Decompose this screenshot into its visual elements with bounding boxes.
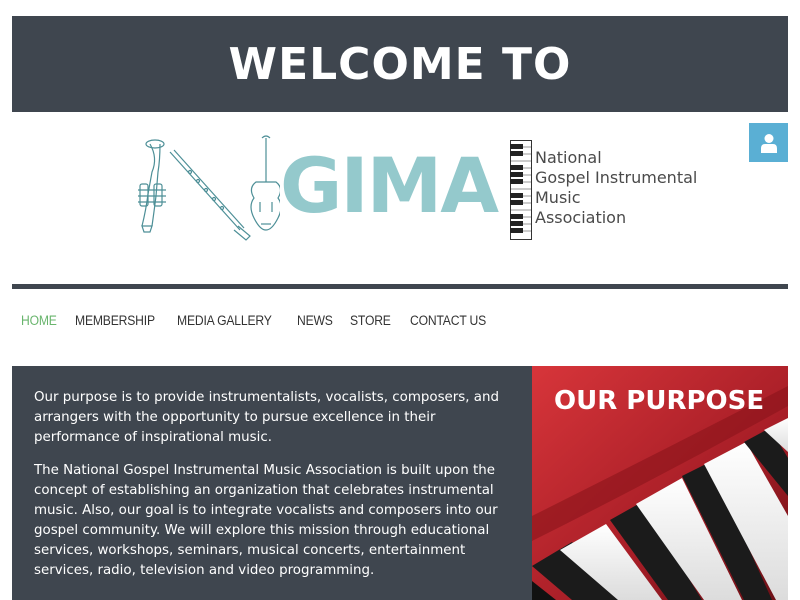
- our-purpose-title: OUR PURPOSE: [554, 386, 765, 416]
- logo-line: National: [535, 148, 602, 167]
- welcome-banner: WELCOME TO: [12, 16, 788, 112]
- nav-item-store[interactable]: STORE: [341, 313, 400, 328]
- logo-line: Association: [535, 208, 627, 227]
- logo-full-name: National Gospel Instrumental Music Assoc…: [535, 148, 697, 228]
- logo-acronym: GIMA: [280, 141, 499, 230]
- header-divider: [12, 284, 788, 289]
- nav-item-news[interactable]: NEWS: [288, 313, 342, 328]
- nav-item-contact-us[interactable]: CONTACT US: [401, 313, 495, 328]
- user-icon: [760, 133, 777, 153]
- purpose-paragraph-2: The National Gospel Instrumental Music A…: [34, 463, 498, 578]
- nav-item-membership[interactable]: MEMBERSHIP: [66, 313, 164, 328]
- purpose-content: Our purpose is to provide instrumentalis…: [12, 366, 532, 600]
- nav-item-media-gallery[interactable]: MEDIA GALLERY: [168, 313, 281, 328]
- user-login-button[interactable]: [749, 123, 788, 162]
- welcome-title: WELCOME TO: [228, 38, 572, 90]
- logo-line: Music: [535, 188, 581, 207]
- instruments-illustration: [138, 135, 280, 241]
- our-purpose-panel: OUR PURPOSE: [532, 366, 788, 600]
- logo-line: Gospel Instrumental: [535, 168, 698, 187]
- purpose-paragraph-1: Our purpose is to provide instrumentalis…: [34, 390, 499, 445]
- main-nav: HOME MEMBERSHIP MEDIA GALLERY NEWS STORE…: [12, 304, 499, 336]
- nav-item-home[interactable]: HOME: [12, 313, 66, 328]
- piano-keys-graphic: [510, 140, 532, 240]
- gima-logo: GIMA National Gospel Instrumental Music …: [130, 132, 710, 242]
